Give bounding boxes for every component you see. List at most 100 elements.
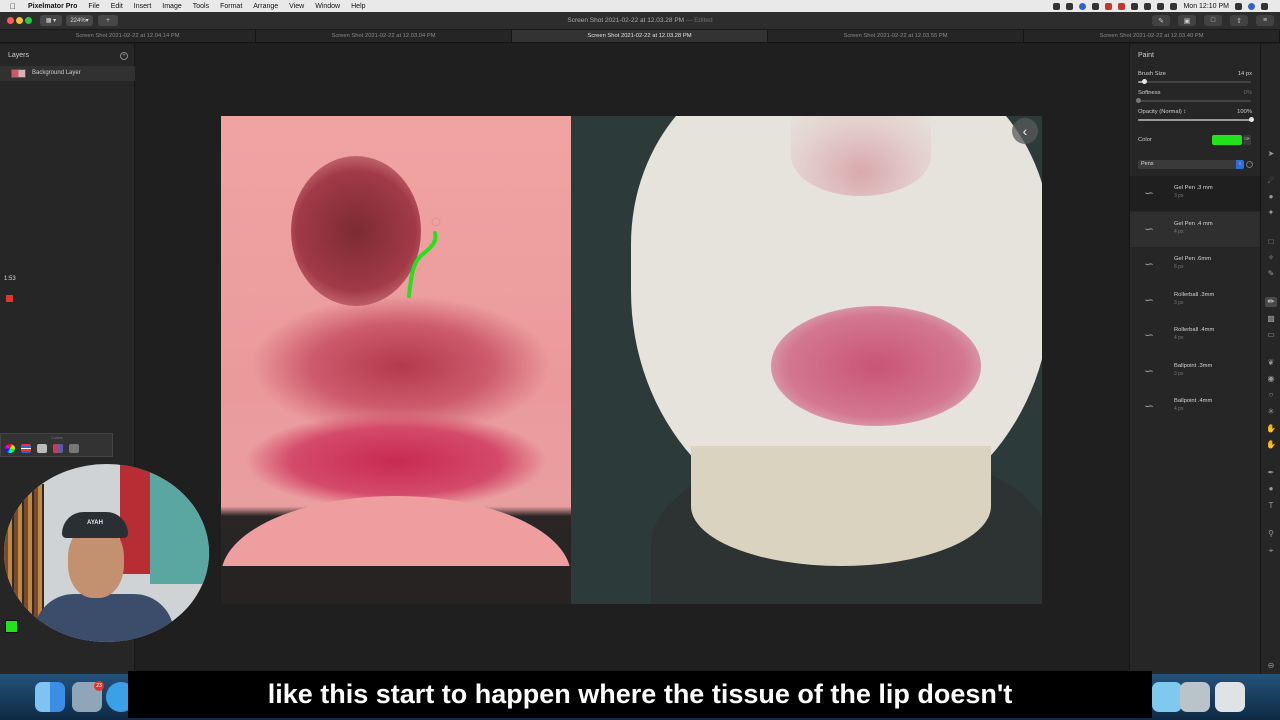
color-adjust-tool-icon[interactable]: ●	[1265, 192, 1277, 202]
paint-brush-tool-icon[interactable]: ✏	[1265, 297, 1277, 307]
trash-icon[interactable]	[1215, 682, 1245, 712]
zoom-tool-icon[interactable]: ⚲	[1265, 529, 1277, 539]
document-tab-active[interactable]: Screen Shot 2021-02-22 at 12.03.28 PM	[512, 30, 768, 42]
document-tab[interactable]: Screen Shot 2021-02-22 at 12.03.04 PM	[256, 30, 512, 42]
menu-edit[interactable]: Edit	[111, 3, 123, 10]
status-icon[interactable]	[1053, 2, 1061, 10]
brush-item[interactable]: ∽ Ballpoint .3mm 3 px	[1130, 354, 1261, 389]
menu-help[interactable]: Help	[351, 3, 365, 10]
record-stop-button[interactable]	[6, 295, 13, 302]
document-tab[interactable]: Screen Shot 2021-02-22 at 12.03.55 PM	[768, 30, 1024, 42]
opacity-value[interactable]: 100%	[1237, 109, 1252, 115]
back-arrow-button[interactable]: ‹	[1012, 118, 1038, 144]
share-toolbar-button[interactable]: ⇧	[1230, 15, 1248, 26]
crop-tool-icon[interactable]: ⌖	[1265, 546, 1277, 556]
opacity-slider[interactable]	[1138, 117, 1254, 122]
retouch-tool-icon[interactable]: ❦	[1265, 358, 1277, 368]
status-icon[interactable]	[1066, 2, 1074, 10]
softness-knob[interactable]	[1136, 98, 1141, 103]
document-tab[interactable]: Screen Shot 2021-02-22 at 12.03.40 PM	[1024, 30, 1280, 42]
presenter-shirt	[34, 594, 174, 642]
battery-icon[interactable]	[1170, 2, 1178, 10]
layer-row[interactable]: Background Layer	[0, 66, 135, 81]
canvas-image-left[interactable]	[221, 116, 571, 604]
user-avatar-icon[interactable]	[1248, 2, 1255, 10]
record-status-icon[interactable]	[1118, 2, 1126, 10]
canvas-image-right[interactable]	[571, 116, 1042, 604]
brush-options-button[interactable]: ⋯	[1246, 161, 1253, 168]
brush-item[interactable]: ∽ Gel Pen .6mm 6 px	[1130, 247, 1261, 282]
brush-size-value[interactable]: 14 px	[1238, 71, 1252, 77]
webcam-overlay: AYAH	[4, 464, 209, 642]
softness-slider[interactable]	[1136, 98, 1251, 103]
eyedropper-icon[interactable]: ✑	[1243, 135, 1251, 145]
style-tool-icon[interactable]: ☄	[1265, 176, 1277, 186]
brush-item-selected[interactable]: ∽ Gel Pen .4 mm 4 px	[1130, 212, 1261, 247]
color-sliders-icon[interactable]	[21, 444, 31, 453]
menu-window[interactable]: Window	[315, 3, 340, 10]
opacity-label[interactable]: Opacity (Normal) ↕	[1138, 109, 1186, 115]
preview-icon[interactable]	[1180, 682, 1210, 712]
brush-size-knob[interactable]	[1141, 79, 1147, 84]
blur-tool-icon[interactable]: ○	[1265, 390, 1277, 400]
shape-tool-icon[interactable]: ●	[1265, 484, 1277, 494]
pencils-icon[interactable]	[69, 444, 79, 453]
arrange-tool-icon[interactable]: ➤	[1265, 149, 1277, 159]
status-icon[interactable]	[1092, 2, 1100, 10]
wifi-icon[interactable]	[1157, 2, 1165, 10]
magic-wand-icon[interactable]: ✧	[1265, 253, 1277, 263]
downloads-folder-icon[interactable]	[1152, 682, 1182, 712]
menu-view[interactable]: View	[289, 3, 304, 10]
menu-file[interactable]: File	[88, 3, 99, 10]
menu-image[interactable]: Image	[162, 3, 181, 10]
add-layer-button[interactable]: +	[120, 52, 128, 60]
color-well[interactable]	[1212, 135, 1242, 145]
menu-tools[interactable]: Tools	[193, 3, 209, 10]
menu-clock[interactable]: Mon 12:10 PM	[1183, 3, 1229, 10]
inspector-toolbar-button[interactable]: ≡	[1256, 15, 1274, 26]
brush-item[interactable]: ∽ Rollerball .3mm 3 px	[1130, 283, 1261, 318]
fill-bucket-icon[interactable]: ▩	[1265, 314, 1277, 324]
image-palettes-icon[interactable]	[53, 444, 63, 453]
menu-format[interactable]: Format	[220, 3, 242, 10]
menu-app-name[interactable]: Pixelmator Pro	[28, 3, 77, 10]
current-color-swatch[interactable]	[5, 620, 18, 633]
crop-toolbar-button[interactable]: ▣	[1178, 15, 1196, 26]
color-select-icon[interactable]: ✎	[1265, 269, 1277, 279]
document-tab[interactable]: Screen Shot 2021-02-22 at 12.04.14 PM	[0, 30, 256, 42]
pen-tool-icon[interactable]: ✒	[1265, 468, 1277, 478]
bluetooth-icon[interactable]	[1144, 2, 1152, 10]
paint-tool-toolbar-button[interactable]: ✎	[1152, 15, 1170, 26]
clone-tool-icon[interactable]: ◉	[1265, 374, 1277, 384]
opacity-knob[interactable]	[1249, 117, 1254, 122]
eraser-icon[interactable]: ▭	[1265, 330, 1277, 340]
apple-icon[interactable]: 	[10, 2, 20, 11]
softness-value[interactable]: 0%	[1244, 90, 1252, 96]
finder-icon[interactable]	[35, 682, 65, 712]
document-tabs: Screen Shot 2021-02-22 at 12.04.14 PM Sc…	[0, 30, 1280, 43]
sharpen-tool-icon[interactable]: ✳	[1265, 407, 1277, 417]
brush-set-dropdown[interactable]: Pens ↕	[1138, 160, 1244, 169]
menu-insert[interactable]: Insert	[134, 3, 152, 10]
color-palettes-icon[interactable]	[37, 444, 47, 453]
brush-item[interactable]: ∽ Ballpoint .4mm 4 px	[1130, 389, 1261, 424]
effects-tool-icon[interactable]: ✦	[1265, 208, 1277, 218]
brush-icon: ✎	[1158, 17, 1164, 25]
brush-item[interactable]: ∽ Gel Pen .3 mm 3 px	[1130, 176, 1261, 211]
selection-tool-icon[interactable]: □	[1265, 237, 1277, 247]
record-status-icon[interactable]	[1105, 2, 1113, 10]
menu-arrange[interactable]: Arrange	[253, 3, 278, 10]
warp-tool-icon[interactable]: ✋	[1265, 424, 1277, 434]
color-wheel-icon[interactable]	[5, 444, 15, 453]
status-icon[interactable]	[1131, 2, 1139, 10]
status-icon[interactable]	[1079, 2, 1087, 10]
brush-size-slider[interactable]	[1138, 79, 1251, 84]
brush-item[interactable]: ∽ Rollerball .4mm 4 px	[1130, 318, 1261, 353]
bump-tool-icon[interactable]: ✋	[1265, 440, 1277, 450]
type-tool-icon[interactable]: T	[1265, 501, 1277, 511]
more-tools-icon[interactable]: ⊖	[1265, 661, 1277, 671]
menu-bar:  Pixelmator Pro File Edit Insert Image …	[0, 0, 1280, 12]
control-center-icon[interactable]	[1261, 2, 1268, 10]
search-icon[interactable]	[1235, 2, 1242, 10]
export-toolbar-button[interactable]: □	[1204, 15, 1222, 26]
